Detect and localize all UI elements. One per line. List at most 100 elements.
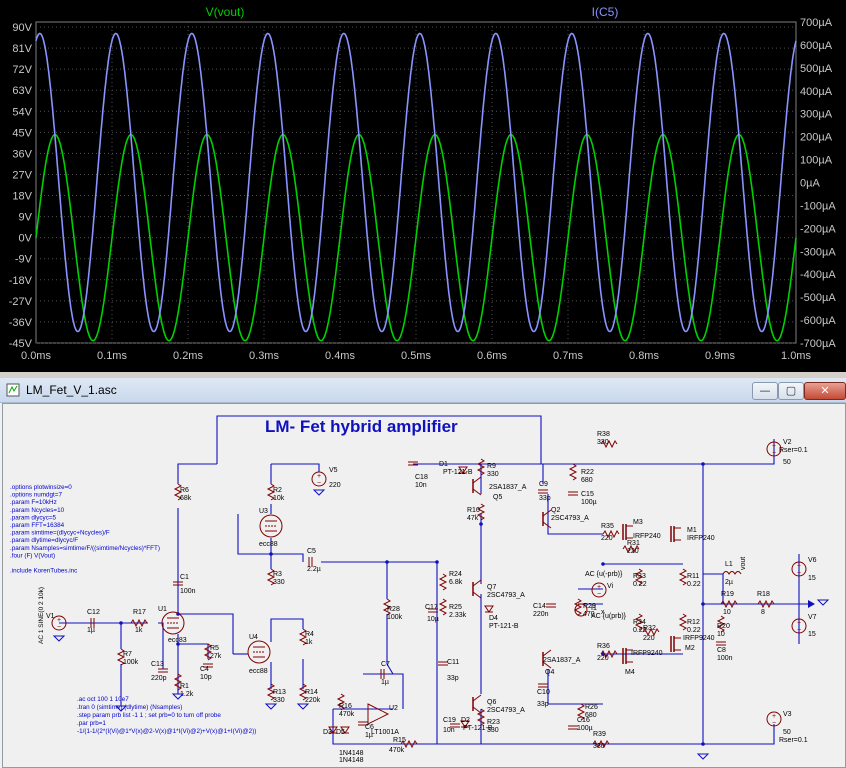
part-label-c18v: 10n bbox=[415, 482, 427, 489]
part-label-c7: C7 bbox=[381, 661, 390, 668]
mosfet-m1[interactable] bbox=[670, 526, 681, 542]
part-label-m2v: IRFP9240 bbox=[683, 635, 715, 642]
x-tick-label: 0.4ms bbox=[325, 350, 355, 362]
voltage-source-v7[interactable]: +− bbox=[791, 618, 807, 634]
y-right-tick-label: 200µA bbox=[800, 132, 833, 144]
part-label-v2r: Rser=0.1 bbox=[779, 447, 808, 454]
diode-d4[interactable] bbox=[484, 605, 494, 613]
ground-symbol bbox=[52, 635, 66, 642]
resistor-r11[interactable] bbox=[678, 568, 688, 586]
resistor-r12[interactable] bbox=[678, 613, 688, 631]
capacitor-c8[interactable] bbox=[716, 641, 726, 646]
y-right-tick-label: -600µA bbox=[800, 315, 836, 327]
y-left-tick-label: 90V bbox=[12, 22, 32, 34]
mosfet-m3[interactable] bbox=[622, 524, 633, 540]
current-source-i1[interactable] bbox=[574, 603, 588, 617]
inductor-l1[interactable] bbox=[722, 571, 742, 575]
part-label-u2: U2 bbox=[389, 705, 398, 712]
transistor-q7[interactable] bbox=[472, 579, 482, 599]
y-right-tick-label: -400µA bbox=[800, 269, 836, 281]
capacitor-c15[interactable] bbox=[568, 491, 578, 496]
part-label-r20v: 10 bbox=[717, 631, 725, 638]
capacitor-c9[interactable] bbox=[538, 489, 548, 494]
waveform-chart[interactable]: 90V 81V 72V 63V 54V 45V 36V 27V 18V 9V 0V -9V -18V -2… bbox=[0, 0, 846, 372]
voltage-source-v6[interactable]: +− bbox=[791, 561, 807, 577]
part-label-c8v: 100n bbox=[717, 655, 733, 662]
part-label-r28v: 100k bbox=[387, 614, 403, 621]
part-label-c12: C12 bbox=[87, 609, 100, 616]
y-right-tick-label: -300µA bbox=[800, 246, 836, 258]
maximize-button[interactable]: ▢ bbox=[778, 382, 804, 400]
wire-c5-left bbox=[271, 553, 304, 562]
part-label-r32: R32 bbox=[643, 625, 656, 632]
waveform-plot-panel[interactable]: 90V 81V 72V 63V 54V 45V 36V 27V 18V 9V 0V -9V -18V -2… bbox=[0, 0, 846, 372]
wire-u4-r4 bbox=[270, 618, 304, 642]
schematic-drawing[interactable]: LM- Fet hybrid amplifier .options plotwin… bbox=[3, 404, 845, 767]
part-label-u2v: LT1001A bbox=[371, 729, 399, 736]
mosfet-m2[interactable] bbox=[670, 636, 681, 652]
part-label-c17v: 10µ bbox=[427, 616, 439, 623]
resistor-r25[interactable] bbox=[438, 598, 448, 616]
resistor-r24[interactable] bbox=[438, 573, 448, 591]
capacitor-c14[interactable] bbox=[546, 603, 556, 608]
part-label-c11: C11 bbox=[447, 659, 459, 666]
transistor-q2[interactable] bbox=[542, 509, 552, 529]
minimize-button[interactable]: — bbox=[752, 382, 778, 400]
spice-directive: .param Nsamples=simtime/F/((simtime/Ncyc… bbox=[10, 545, 160, 552]
part-label-c6v: 1µ bbox=[365, 732, 373, 739]
part-label-v6: V6 bbox=[808, 557, 817, 564]
y-left-tick-label: -9V bbox=[15, 254, 33, 266]
part-label-u3: U3 bbox=[259, 508, 268, 515]
voltage-source-v3[interactable]: +− bbox=[766, 711, 782, 727]
schematic-canvas[interactable]: LM- Fet hybrid amplifier .options plotwin… bbox=[2, 403, 846, 768]
minus-sign: − bbox=[772, 450, 776, 457]
capacitor-c13[interactable] bbox=[158, 668, 168, 673]
part-label-v3v: 50 bbox=[783, 729, 791, 736]
x-tick-label: 0.8ms bbox=[629, 350, 659, 362]
part-label-d3: D3 bbox=[323, 729, 332, 736]
close-button[interactable]: ✕ bbox=[804, 382, 846, 400]
part-label-m3: M3 bbox=[633, 519, 643, 526]
part-label-v3r: Rser=0.1 bbox=[779, 737, 808, 744]
part-label-r18v: 8 bbox=[761, 609, 765, 616]
part-label-r16: R16 bbox=[339, 703, 352, 710]
junction-dot bbox=[479, 522, 483, 526]
part-label-m4: M4 bbox=[625, 669, 635, 676]
transistor-q5[interactable] bbox=[472, 476, 482, 496]
part-label-d5: D5 bbox=[336, 729, 345, 736]
voltage-source-v5[interactable]: +− bbox=[311, 471, 327, 487]
y-left-tick-label: 72V bbox=[12, 64, 32, 76]
window-titlebar[interactable]: LM_Fet_V_1.asc — ▢ ✕ bbox=[0, 378, 846, 403]
spice-directive: .param dlycyc=5 bbox=[10, 514, 57, 521]
part-label-c14: C14 bbox=[533, 603, 546, 610]
part-label-c12v: 1µ bbox=[87, 627, 95, 634]
part-label-u3v: ecc88 bbox=[259, 541, 278, 548]
transistor-q6[interactable] bbox=[472, 694, 482, 714]
wire-r5-c4 bbox=[178, 643, 209, 659]
x-tick-label: 0.3ms bbox=[249, 350, 279, 362]
part-label-r33v: 0.22 bbox=[633, 581, 647, 588]
part-label-r4v: 1k bbox=[305, 639, 313, 646]
plus-sign: + bbox=[772, 443, 776, 450]
part-label-r22: R22 bbox=[581, 469, 594, 476]
ground-symbol bbox=[816, 599, 830, 606]
opamp-u2[interactable] bbox=[367, 703, 390, 725]
tube-u4[interactable] bbox=[247, 640, 271, 664]
junction-dot bbox=[269, 552, 273, 556]
part-label-r3: R3 bbox=[273, 571, 282, 578]
wire-r6-top bbox=[177, 463, 217, 484]
tube-u1[interactable] bbox=[161, 611, 185, 635]
part-label-q7: Q7 bbox=[487, 584, 496, 591]
part-label-c8: C8 bbox=[717, 647, 726, 654]
net-label-x: x bbox=[601, 609, 605, 616]
x-tick-label: 0.2ms bbox=[173, 350, 203, 362]
current-probe-vi[interactable]: +− bbox=[591, 582, 607, 598]
part-label-u4: U4 bbox=[249, 634, 258, 641]
capacitor-c10[interactable] bbox=[538, 683, 548, 688]
x-tick-label: 0.0ms bbox=[21, 350, 51, 362]
part-label-r28: R28 bbox=[387, 606, 400, 613]
resistor-r22[interactable] bbox=[568, 463, 578, 481]
part-label-vi: Vi bbox=[607, 583, 614, 590]
tube-u3[interactable] bbox=[259, 514, 283, 538]
x-tick-label: 0.6ms bbox=[477, 350, 507, 362]
